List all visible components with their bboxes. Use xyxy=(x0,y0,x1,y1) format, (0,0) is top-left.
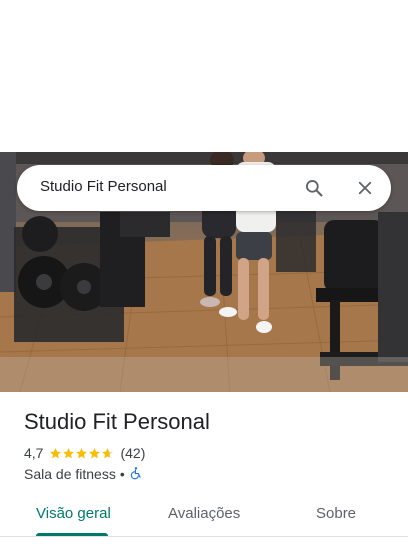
review-count[interactable]: (42) xyxy=(120,445,145,461)
wheelchair-icon xyxy=(129,466,143,483)
tab-overview[interactable]: Visão geral xyxy=(36,505,111,522)
star-icon xyxy=(88,447,101,460)
search-input[interactable]: Studio Fit Personal xyxy=(40,178,167,195)
search-icon[interactable] xyxy=(302,176,326,200)
star-half-icon xyxy=(101,447,114,460)
star-icon xyxy=(62,447,75,460)
separator-dot: • xyxy=(119,466,125,482)
tab-reviews[interactable]: Avaliações xyxy=(168,505,240,522)
place-title: Studio Fit Personal xyxy=(24,409,210,434)
tab-about[interactable]: Sobre xyxy=(316,505,356,522)
place-category: Sala de fitness xyxy=(24,466,116,482)
tab-bar: Visão geral Avaliações Sobre xyxy=(0,496,408,544)
rating-value: 4,7 xyxy=(24,445,44,461)
star-icon xyxy=(75,447,88,460)
category-row: Sala de fitness • xyxy=(24,465,143,483)
blank-top-area xyxy=(0,0,408,152)
rating-row[interactable]: 4,7 (42) xyxy=(24,444,145,462)
search-bar[interactable]: Studio Fit Personal xyxy=(17,165,391,211)
close-icon[interactable] xyxy=(353,176,377,200)
tabs-divider xyxy=(0,536,408,537)
rating-stars xyxy=(49,447,114,460)
star-icon xyxy=(49,447,62,460)
